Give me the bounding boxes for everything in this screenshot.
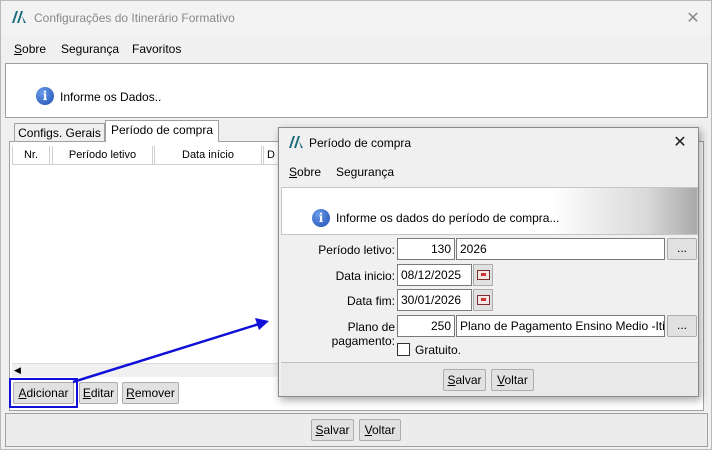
app-logo-icon bbox=[12, 11, 26, 23]
horizontal-scrollbar[interactable]: ◀ bbox=[12, 363, 282, 377]
data-inicio-calendar-icon[interactable] bbox=[473, 264, 493, 286]
dialog-voltar-button[interactable]: Voltar bbox=[491, 369, 534, 391]
plano-pagamento-desc-input[interactable]: Plano de Pagamento Ensino Medio -Iti bbox=[456, 315, 665, 337]
dialog-info-banner: i Informe os dados do período de compra.… bbox=[281, 187, 698, 235]
dialog-menu-bar: Sobre Segurança bbox=[279, 159, 698, 185]
plano-pagamento-code-input[interactable]: 250 bbox=[397, 315, 455, 337]
plano-pagamento-label: Plano de pagamento: bbox=[331, 320, 395, 348]
adicionar-button[interactable]: Adicionar bbox=[13, 382, 74, 404]
column-header-periodo-letivo[interactable]: Período letivo bbox=[52, 146, 153, 165]
menu-sobre-label: obre bbox=[22, 42, 47, 56]
dialog-info-icon: i bbox=[312, 209, 330, 227]
periodo-letivo-code-input[interactable]: 130 bbox=[397, 238, 455, 260]
periodo-letivo-label: Período letivo: bbox=[318, 243, 395, 257]
data-fim-input[interactable]: 30/01/2026 bbox=[397, 289, 472, 311]
remover-button[interactable]: Remover bbox=[122, 382, 179, 404]
scroll-left-arrow-icon[interactable]: ◀ bbox=[14, 365, 21, 376]
grid-header: Nr. Período letivo Data início D bbox=[12, 146, 283, 165]
periodo-letivo-lookup-button[interactable]: ... bbox=[667, 238, 697, 260]
dialog-footer: Salvar Voltar bbox=[281, 362, 698, 396]
column-header-nr[interactable]: Nr. bbox=[12, 146, 50, 165]
menu-favoritos[interactable]: Favoritos bbox=[132, 42, 181, 56]
editar-button[interactable]: Editar bbox=[79, 382, 118, 404]
periodo-compra-dialog: Período de compra ✕ Sobre Segurança i In… bbox=[278, 127, 699, 397]
banner-text: Informe os Dados.. bbox=[60, 90, 162, 104]
editar-label: ditar bbox=[90, 386, 115, 400]
data-fim-calendar-icon[interactable] bbox=[473, 289, 493, 311]
voltar-label: oltar bbox=[372, 423, 396, 437]
menu-bar: Sobre Segurança Favoritos bbox=[1, 36, 711, 62]
dialog-title: Período de compra bbox=[309, 136, 412, 150]
data-fim-label: Data fim: bbox=[346, 294, 395, 308]
window-title: Configurações do Itinerário Formativo bbox=[34, 11, 235, 25]
bottom-bar: Salvar Voltar bbox=[5, 413, 708, 447]
gratuito-checkbox[interactable] bbox=[397, 343, 410, 356]
periodo-letivo-desc-input[interactable]: 2026 bbox=[456, 238, 665, 260]
voltar-button[interactable]: Voltar bbox=[359, 419, 401, 441]
plano-pagamento-lookup-button[interactable]: ... bbox=[667, 315, 697, 337]
adicionar-label: dicionar bbox=[26, 386, 69, 400]
tab-periodo-compra[interactable]: Período de compra bbox=[105, 120, 219, 142]
close-icon[interactable]: ✕ bbox=[681, 7, 705, 29]
column-header-data-inicio[interactable]: Data início bbox=[154, 146, 262, 165]
remover-label: emover bbox=[134, 386, 175, 400]
dialog-menu-sobre[interactable]: Sobre bbox=[289, 165, 321, 179]
salvar-button[interactable]: Salvar bbox=[311, 419, 354, 441]
data-inicio-input[interactable]: 08/12/2025 bbox=[397, 264, 472, 286]
info-banner: i Informe os Dados.. bbox=[5, 63, 708, 118]
salvar-label: alvar bbox=[323, 423, 350, 437]
dialog-salvar-button[interactable]: Salvar bbox=[443, 369, 486, 391]
info-icon: i bbox=[36, 87, 54, 105]
dialog-logo-icon bbox=[289, 136, 303, 148]
menu-sobre[interactable]: Sobre bbox=[14, 42, 46, 56]
tab-configs-gerais[interactable]: Configs. Gerais bbox=[14, 123, 105, 143]
data-inicio-label: Data inicio: bbox=[335, 269, 395, 283]
gratuito-label: Gratuito. bbox=[415, 343, 462, 357]
dialog-close-icon[interactable]: ✕ bbox=[668, 131, 692, 153]
title-bar: Configurações do Itinerário Formativo ✕ bbox=[1, 1, 711, 35]
menu-seguranca[interactable]: Segurança bbox=[61, 42, 119, 56]
dialog-banner-text: Informe os dados do período de compra... bbox=[336, 211, 560, 225]
dialog-menu-seguranca[interactable]: Segurança bbox=[336, 165, 394, 179]
